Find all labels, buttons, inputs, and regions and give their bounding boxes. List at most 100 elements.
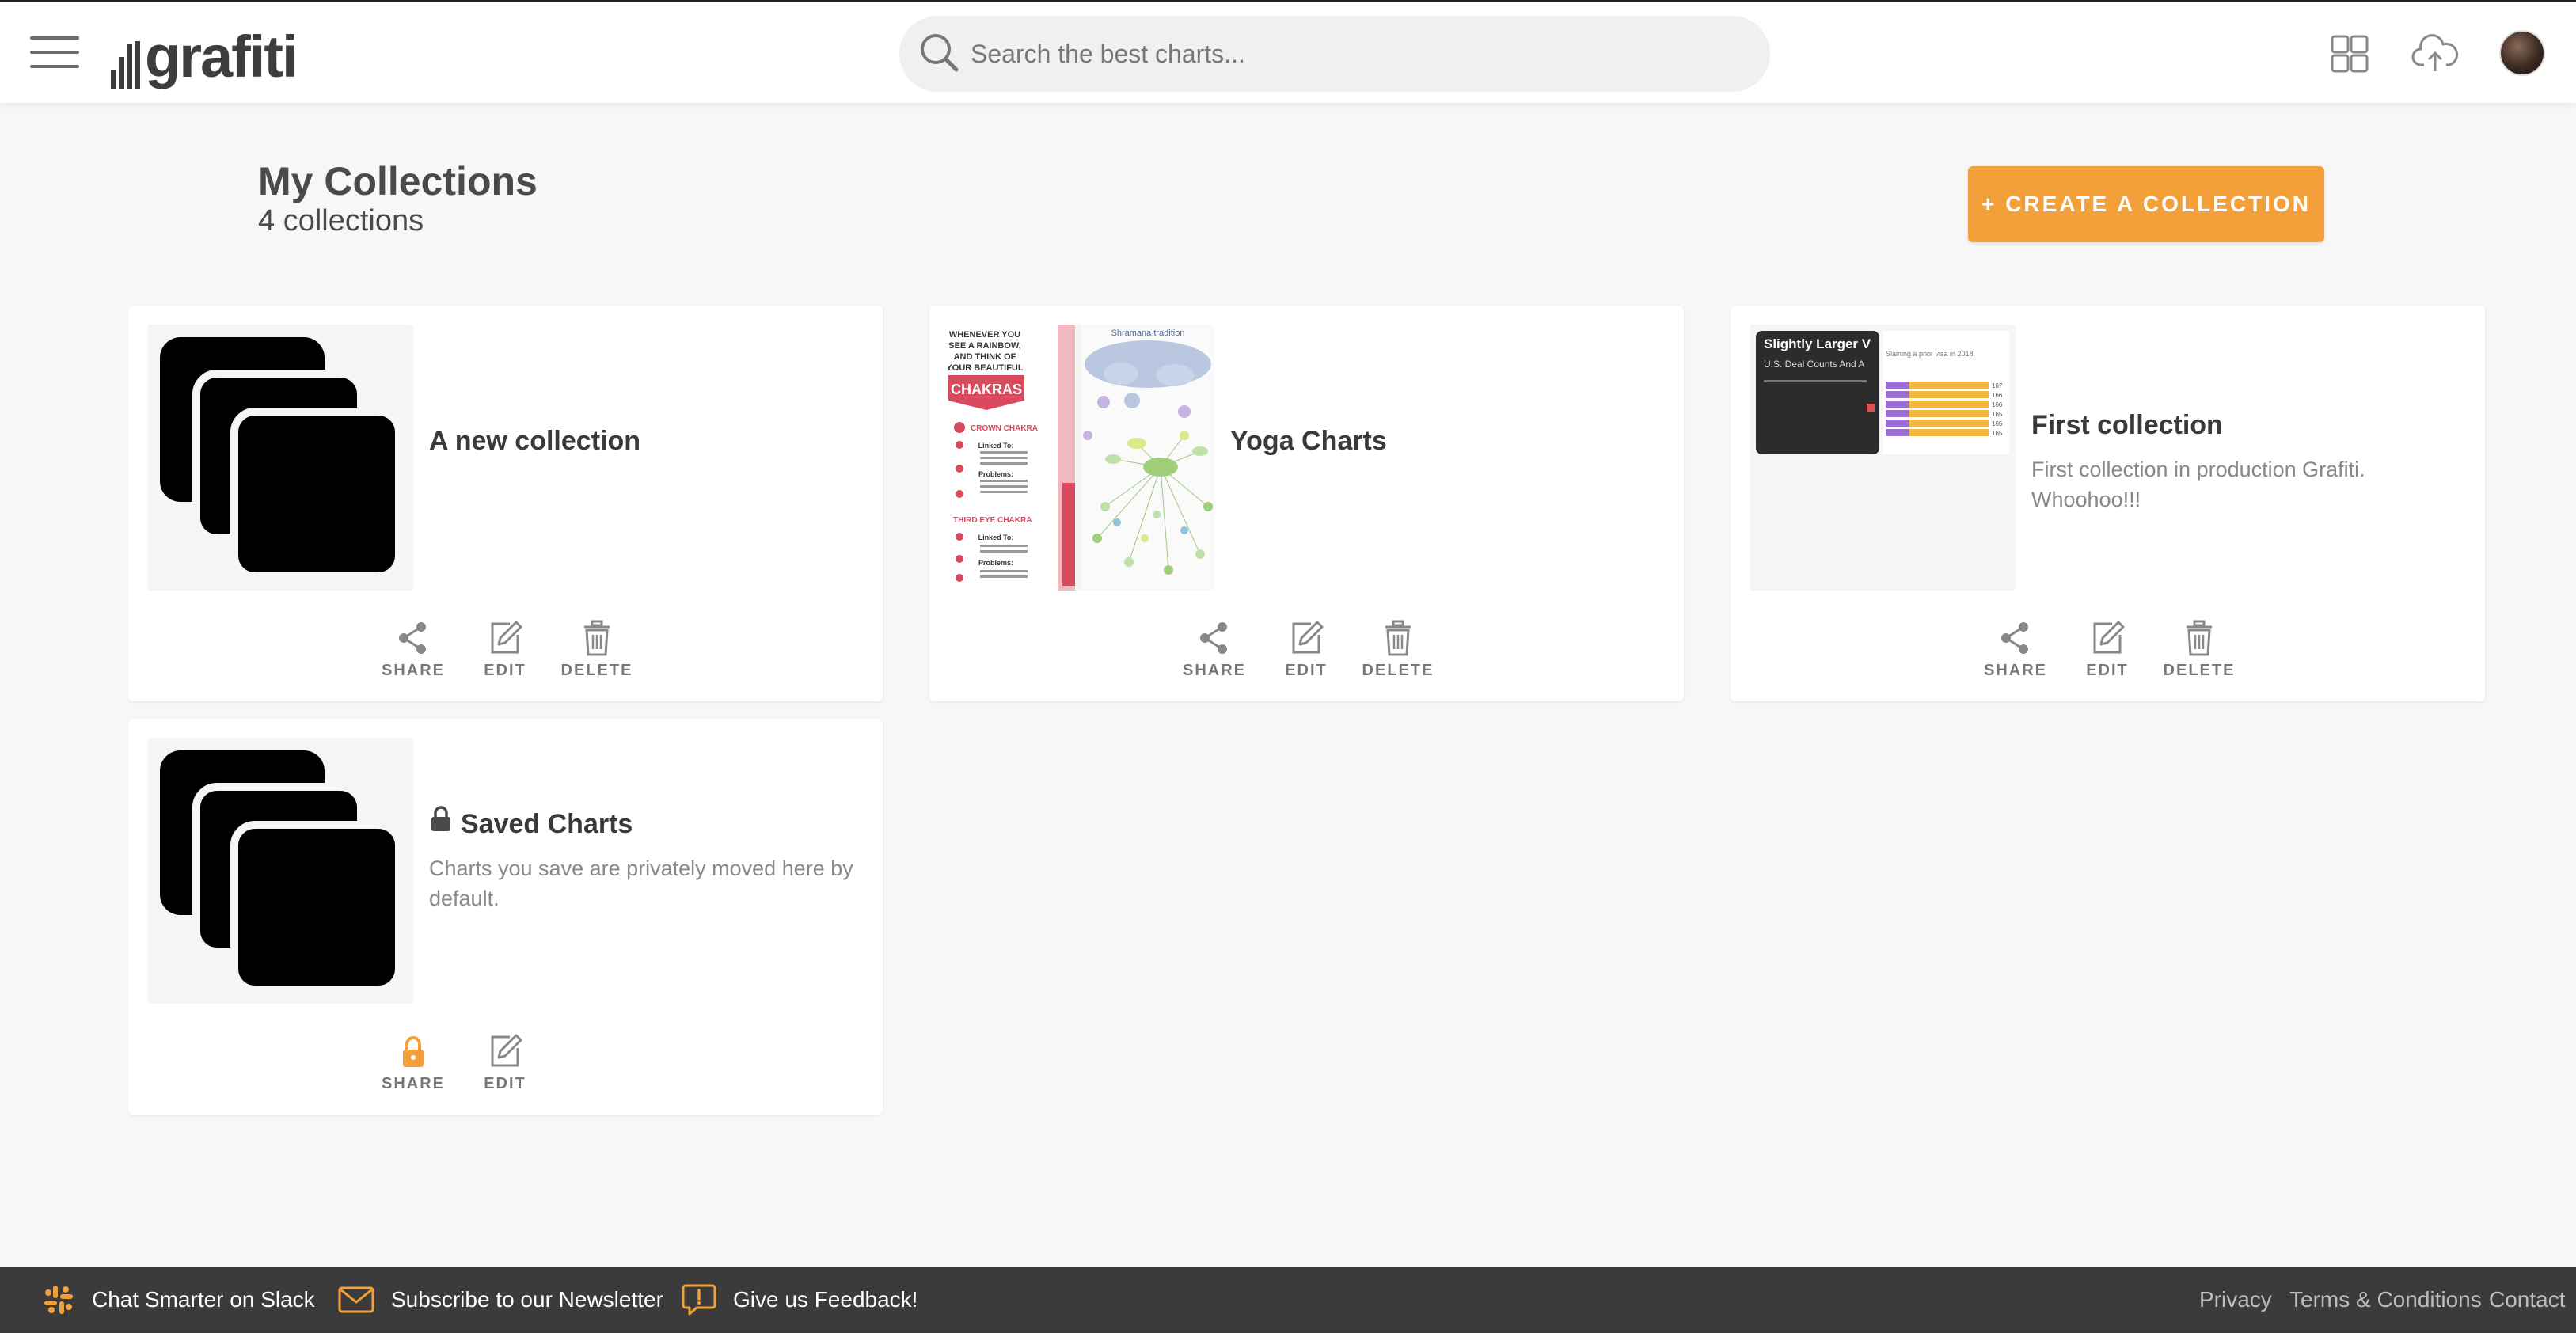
- collection-description: Charts you save are privately moved here…: [429, 856, 853, 910]
- search-icon: [921, 34, 959, 72]
- feedback-link-label: Give us Feedback!: [733, 1287, 918, 1312]
- collection-title[interactable]: First collection: [2031, 410, 2223, 441]
- share-icon: [399, 622, 426, 654]
- delete-label: DELETE: [2163, 662, 2236, 679]
- shramana-network-diagram: Shramana tradition: [1081, 325, 1214, 591]
- delete-button[interactable]: DELETE: [1352, 619, 1444, 680]
- slack-link[interactable]: Chat Smarter on Slack: [41, 1267, 315, 1333]
- collection-actions: SHARE EDIT DELETE: [367, 619, 643, 680]
- share-icon: [1200, 622, 1227, 654]
- feedback-icon: [682, 1284, 716, 1316]
- edit-icon: [2093, 621, 2125, 654]
- deal-counts-subtitle: U.S. Deal Counts And A: [1764, 359, 1864, 370]
- chakra-heading-4: YOUR BEAUTIFUL: [948, 363, 1024, 373]
- newsletter-link[interactable]: Subscribe to our Newsletter: [337, 1267, 663, 1333]
- trash-icon: [584, 620, 610, 656]
- chakra-chart-preview: WHENEVER YOU SEE A RAINBOW, AND THINK OF…: [948, 325, 1075, 591]
- trash-icon: [2187, 620, 2212, 656]
- top-header: grafiti: [0, 0, 2576, 103]
- lock-icon: [431, 806, 450, 831]
- share-button[interactable]: SHARE: [367, 619, 459, 680]
- footer-bar: Chat Smarter on Slack Subscribe to our N…: [0, 1267, 2576, 1333]
- slack-icon: [44, 1286, 73, 1314]
- shramana-title: Shramana tradition: [1111, 329, 1185, 338]
- collection-thumbnail[interactable]: Slightly Larger V U.S. Deal Counts And A…: [1750, 325, 2016, 591]
- chakra-heading-1: WHENEVER YOU: [949, 330, 1020, 340]
- collection-card[interactable]: A new collection SHARE EDIT DELETE: [128, 306, 883, 701]
- collection-card[interactable]: Saved Charts Charts you save are private…: [128, 719, 883, 1115]
- user-avatar[interactable]: [2499, 30, 2545, 76]
- edit-label: EDIT: [1285, 662, 1328, 679]
- collection-thumbnail[interactable]: WHENEVER YOU SEE A RAINBOW, AND THINK OF…: [948, 325, 1214, 591]
- page-title: My Collections: [258, 159, 538, 203]
- visa-bar-preview-graphic: Slaining a prior visa in 2018 167 166 16…: [1883, 331, 2009, 454]
- problems-label-1: Problems:: [978, 470, 1013, 478]
- collection-stack-icon: [160, 337, 403, 580]
- visa-value-4: 165: [1992, 411, 2003, 418]
- lock-icon: [403, 1036, 424, 1067]
- visa-chart-preview: Slaining a prior visa in 2018 167 166 16…: [1883, 331, 2009, 454]
- share-label: SHARE: [1983, 662, 2047, 679]
- collection-actions: SHARE EDIT: [367, 1032, 551, 1093]
- delete-button[interactable]: DELETE: [551, 619, 643, 680]
- edit-icon: [491, 621, 522, 654]
- collection-stack-icon: [160, 750, 403, 993]
- feedback-link[interactable]: Give us Feedback!: [681, 1267, 918, 1333]
- share-button[interactable]: SHARE: [1970, 619, 2061, 680]
- terms-link[interactable]: Terms & Conditions: [2289, 1267, 2482, 1333]
- third-eye-chakra-label: THIRD EYE CHAKRA: [953, 516, 1032, 525]
- crown-chakra-label: CROWN CHAKRA: [971, 424, 1038, 433]
- collection-description: First collection in production Grafiti. …: [2031, 458, 2365, 511]
- collection-actions: SHARE EDIT DELETE: [1970, 619, 2245, 680]
- deal-counts-preview-graphic: Slightly Larger V U.S. Deal Counts And A: [1756, 331, 1879, 454]
- collection-count: 4 collections: [258, 204, 424, 237]
- visa-value-1: 167: [1992, 382, 2003, 389]
- share-button[interactable]: SHARE: [1168, 619, 1260, 680]
- edit-label: EDIT: [2086, 662, 2129, 679]
- linked-to-label-2: Linked To:: [978, 534, 1014, 541]
- share-label: SHARE: [381, 1075, 445, 1092]
- create-collection-button[interactable]: + CREATE A COLLECTION: [1968, 166, 2324, 242]
- collection-title[interactable]: A new collection: [429, 426, 640, 457]
- collection-thumbnail[interactable]: [147, 325, 413, 591]
- edit-icon: [491, 1034, 522, 1067]
- edit-button[interactable]: EDIT: [2061, 619, 2153, 680]
- contact-link[interactable]: Contact: [2489, 1267, 2566, 1333]
- slack-link-label: Chat Smarter on Slack: [92, 1287, 315, 1312]
- cloud-upload-icon[interactable]: [2411, 30, 2459, 78]
- visa-chart-title: Slaining a prior visa in 2018: [1886, 350, 1974, 358]
- collection-title[interactable]: Yoga Charts: [1230, 426, 1387, 457]
- privacy-link[interactable]: Privacy: [2199, 1267, 2272, 1333]
- logo-text: grafiti: [145, 24, 298, 89]
- hamburger-menu-icon[interactable]: [30, 36, 79, 68]
- chakra-infographic: WHENEVER YOU SEE A RAINBOW, AND THINK OF…: [948, 325, 1075, 591]
- visa-value-3: 166: [1992, 401, 2003, 408]
- edit-label: EDIT: [484, 1075, 526, 1092]
- share-icon: [2001, 622, 2028, 654]
- visa-value-6: 165: [1992, 430, 2003, 437]
- collection-card[interactable]: WHENEVER YOU SEE A RAINBOW, AND THINK OF…: [929, 306, 1684, 701]
- edit-button[interactable]: EDIT: [459, 619, 551, 680]
- collection-card[interactable]: Slightly Larger V U.S. Deal Counts And A…: [1731, 306, 2485, 701]
- edit-button[interactable]: EDIT: [459, 1032, 551, 1093]
- envelope-icon: [338, 1286, 374, 1313]
- edit-label: EDIT: [484, 662, 526, 679]
- delete-label: DELETE: [560, 662, 633, 679]
- share-label: SHARE: [381, 662, 445, 679]
- search-bar[interactable]: [899, 16, 1770, 92]
- grid-view-icon[interactable]: [2326, 30, 2373, 78]
- problems-label-2: Problems:: [978, 559, 1013, 567]
- collection-actions: SHARE EDIT DELETE: [1168, 619, 1444, 680]
- share-button[interactable]: SHARE: [367, 1032, 459, 1093]
- collection-title[interactable]: Saved Charts: [461, 809, 633, 840]
- logo-bars-icon: [111, 41, 140, 89]
- chakra-heading-2: SEE A RAINBOW,: [948, 341, 1020, 351]
- delete-label: DELETE: [1362, 662, 1434, 679]
- chakra-heading-5: CHAKRAS: [951, 382, 1022, 397]
- linked-to-label-1: Linked To:: [978, 442, 1014, 450]
- delete-button[interactable]: DELETE: [2153, 619, 2245, 680]
- grafiti-logo[interactable]: grafiti: [111, 24, 298, 89]
- edit-button[interactable]: EDIT: [1260, 619, 1352, 680]
- collection-thumbnail[interactable]: [147, 738, 413, 1004]
- search-input[interactable]: [971, 16, 1746, 92]
